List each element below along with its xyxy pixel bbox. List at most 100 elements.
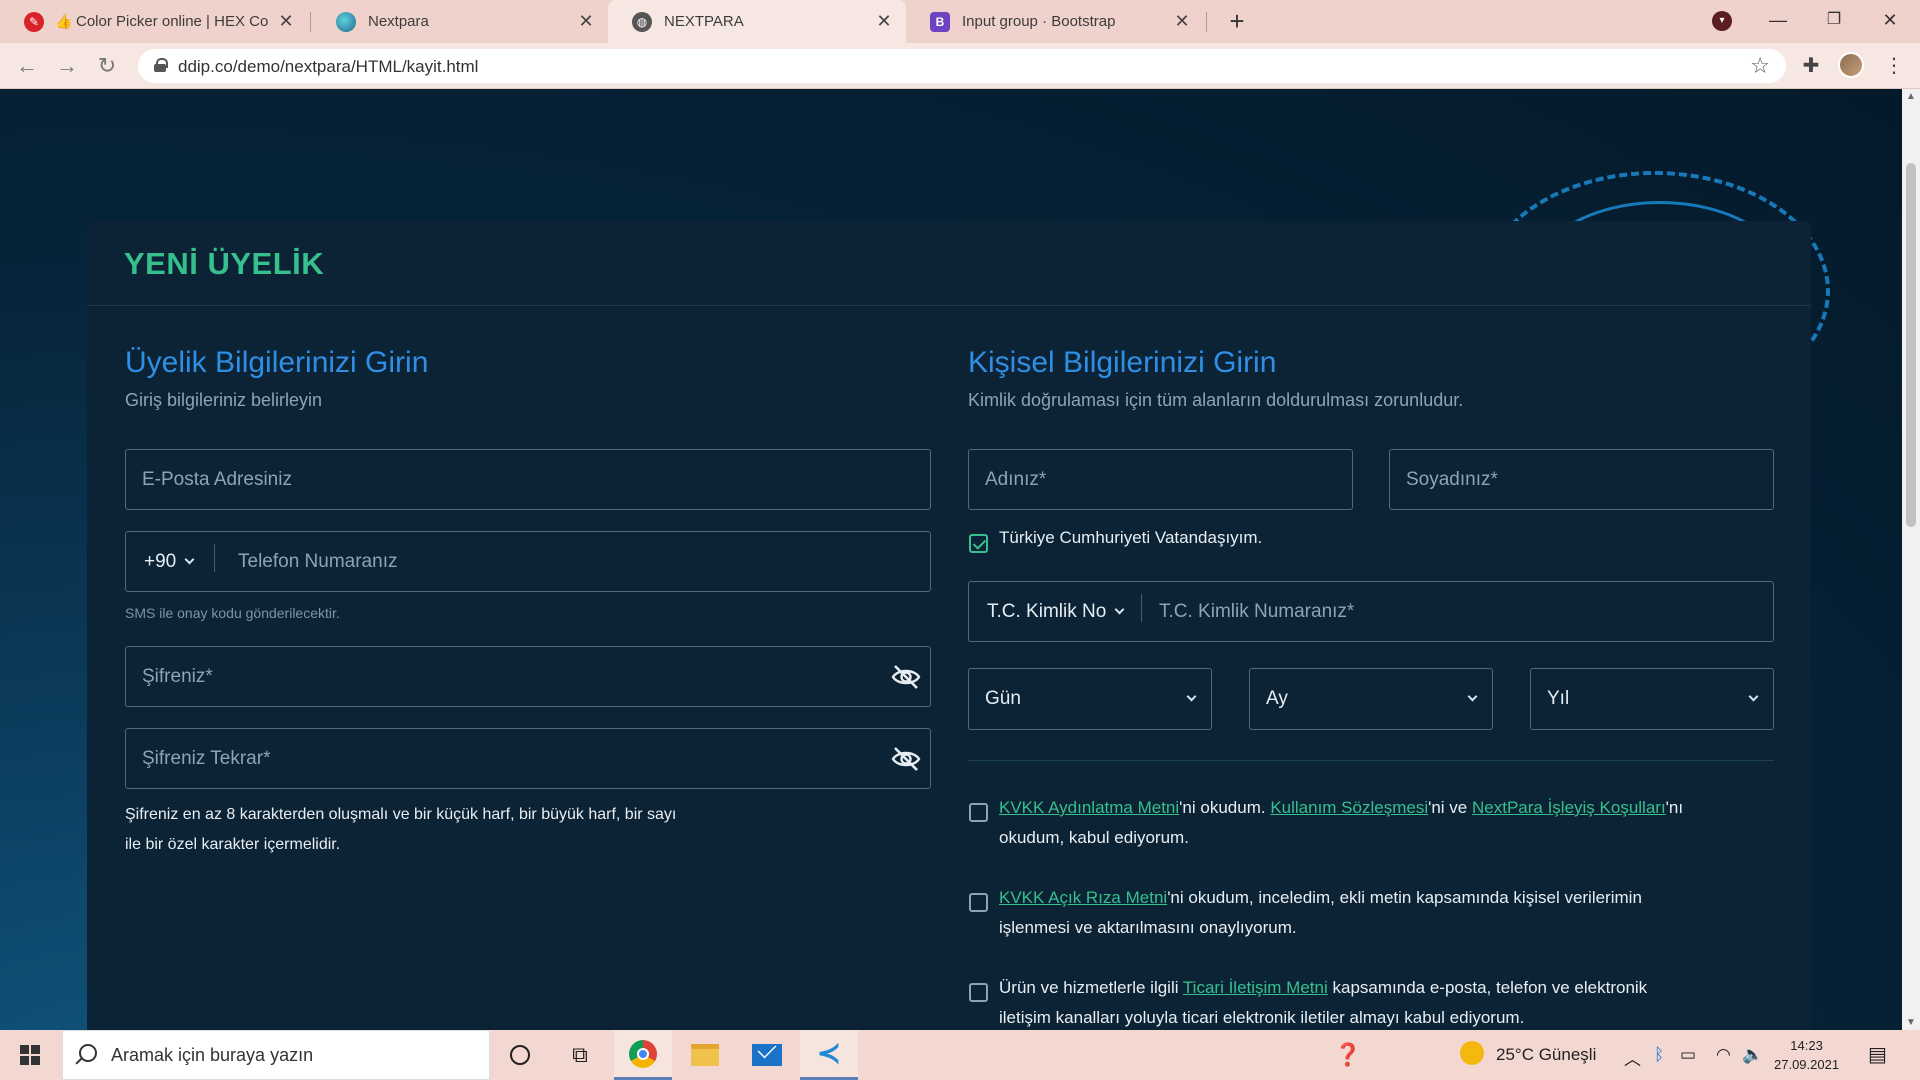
file-explorer-icon[interactable] [676,1030,734,1080]
menu-kebab-icon[interactable]: ⋮ [1880,53,1908,78]
tab-search-icon[interactable]: ▾ [1712,11,1732,31]
close-tab-icon[interactable]: ✕ [576,11,596,32]
id-type-select[interactable]: T.C. Kimlik No [987,601,1125,623]
acik-riza-checkbox[interactable] [969,893,988,912]
weather-text[interactable]: 25°C Güneşli [1496,1045,1596,1065]
scroll-down-icon[interactable]: ▼ [1906,1017,1916,1028]
email-field[interactable]: E-Posta Adresiniz [125,449,931,510]
close-window-icon[interactable]: ✕ [1862,0,1918,43]
new-tab-button[interactable]: + [1222,6,1252,36]
extensions-puzzle-icon[interactable]: ✚ [1797,53,1825,78]
vscode-icon[interactable]: ≺ [800,1030,858,1080]
consent-text: kapsamında e-posta, telefon ve elektroni… [1327,978,1648,997]
consent-text: Ürün ve hizmetlerle ilgili [999,978,1183,997]
minimize-icon[interactable]: — [1750,0,1806,43]
close-tab-icon[interactable]: ✕ [1172,11,1192,32]
mail-icon[interactable] [738,1030,796,1080]
chevron-down-icon [1114,604,1125,614]
tab-color-picker[interactable]: ✎ 👍 Color Picker online | HEX Colo ✕ [0,0,308,43]
password-repeat-placeholder: Şifreniz Tekrar* [142,747,271,769]
tab-separator [310,12,311,32]
phone-field[interactable]: Telefon Numaranız [238,551,397,573]
card-title: YENİ ÜYELİK [124,246,325,281]
card-header: YENİ ÜYELİK [87,221,1811,306]
year-select[interactable]: Yıl [1530,668,1774,730]
clock-time: 14:23 [1790,1038,1823,1053]
input-divider [1141,594,1142,622]
tab-separator [1206,12,1207,32]
browser-tab-bar: ✎ 👍 Color Picker online | HEX Colo ✕ Nex… [0,0,1920,43]
url-text[interactable]: ddip.co/demo/nextpara/HTML/kayit.html [178,57,478,77]
bluetooth-icon[interactable]: ᛒ [1654,1045,1664,1065]
consent-text: 'ni okudum. [1179,798,1271,817]
bootstrap-favicon-icon: B [930,11,950,32]
membership-section-subtitle: Giriş bilgileriniz belirleyin [125,390,323,410]
profile-avatar[interactable] [1838,52,1864,78]
task-view-icon[interactable]: ⧉ [551,1030,609,1080]
tab-nextpara-active[interactable]: ◍ NEXTPARA ✕ [608,0,906,43]
ticari-iletisim-link[interactable]: Ticari İletişim Metni [1183,978,1328,997]
chrome-app-icon[interactable] [614,1030,672,1080]
page-scrollbar[interactable]: ▲ ▼ [1902,89,1920,1030]
phone-input-group: +90 Telefon Numaranız [125,531,931,592]
forward-icon[interactable]: → [52,51,82,81]
battery-icon[interactable]: ▭ [1680,1045,1696,1065]
weather-sun-icon[interactable] [1460,1041,1484,1065]
bookmark-star-icon[interactable]: ☆ [1750,53,1770,79]
close-tab-icon[interactable]: ✕ [874,11,894,32]
system-clock[interactable]: 14:23 27.09.2021 [1774,1036,1839,1074]
notifications-icon[interactable]: ▤ [1868,1042,1887,1067]
clock-date: 27.09.2021 [1774,1057,1840,1072]
consent-text: 'ni okudum, inceledim, ekli metin kapsam… [1167,888,1642,907]
password-placeholder: Şifreniz* [142,665,213,687]
surname-field[interactable]: Soyadınız* [1389,449,1774,510]
help-icon[interactable]: ❓ [1334,1042,1361,1068]
first-name-field[interactable]: Adınız* [968,449,1353,510]
month-select[interactable]: Ay [1249,668,1493,730]
ticari-iletisim-checkbox[interactable] [969,983,988,1002]
colorpicker-favicon-icon: ✎ [24,11,44,32]
kvkk-checkbox[interactable] [969,803,988,822]
scroll-up-icon[interactable]: ▲ [1906,91,1916,102]
volume-icon[interactable]: 🔈 [1742,1045,1763,1065]
page-viewport: YENİ ÜYELİK Üyelik Bilgilerinizi Girin G… [0,89,1902,1030]
tray-chevron-up-icon[interactable]: ︿ [1624,1045,1641,1070]
acik-riza-link[interactable]: KVKK Açık Rıza Metni [999,888,1167,907]
country-code-select[interactable]: +90 [144,551,195,573]
password-field[interactable]: Şifreniz* [125,646,931,707]
browser-toolbar: ← → ↻ ddip.co/demo/nextpara/HTML/kayit.h… [0,43,1920,89]
kvkk-aydinlatma-link[interactable]: KVKK Aydınlatma Metni [999,798,1179,817]
day-select[interactable]: Gün [968,668,1212,730]
password-rules-line: Şifreniz en az 8 karakterden oluşmalı ve… [125,806,677,823]
password-repeat-field[interactable]: Şifreniz Tekrar* [125,728,931,789]
windows-start-icon[interactable] [20,1045,40,1065]
eye-off-icon[interactable] [890,743,922,775]
membership-column: Üyelik Bilgilerinizi Girin Giriş bilgile… [125,346,931,411]
isleyis-kosullari-link[interactable]: NextPara İşleyiş Koşulları [1472,798,1666,817]
taskbar-search-box[interactable]: Aramak için buraya yazın [62,1030,490,1080]
lock-icon[interactable] [154,58,168,72]
address-bar[interactable]: ddip.co/demo/nextpara/HTML/kayit.html ☆ [138,49,1786,83]
restore-icon[interactable]: ❐ [1806,0,1862,43]
windows-taskbar: Aramak için buraya yazın ⧉ ≺ ❓ 25°C Güne… [0,1030,1920,1080]
citizen-checkbox[interactable] [969,534,988,553]
tab-nextpara[interactable]: Nextpara ✕ [312,0,608,43]
reload-icon[interactable]: ↻ [92,51,122,81]
tab-bootstrap[interactable]: B Input group · Bootstrap ✕ [906,0,1204,43]
close-tab-icon[interactable]: ✕ [276,11,296,32]
back-icon[interactable]: ← [12,51,42,81]
tab-title: Color Picker online | HEX Colo [76,13,268,30]
kullanim-sozlesmesi-link[interactable]: Kullanım Sözleşmesi [1270,798,1428,817]
tab-title: Input group · Bootstrap [962,13,1116,30]
cortana-icon[interactable] [491,1030,549,1080]
thumbs-up-icon: 👍 [55,13,73,29]
scrollbar-thumb[interactable] [1906,163,1916,527]
taskbar-search-placeholder: Aramak için buraya yazın [111,1045,314,1065]
surname-placeholder: Soyadınız* [1406,468,1498,490]
globe-favicon-icon [336,11,356,32]
consent-text: işlenmesi ve aktarılmasını onaylıyorum. [999,918,1297,937]
divider [968,760,1774,761]
wifi-icon[interactable]: ◠ [1716,1045,1731,1065]
id-number-field[interactable]: T.C. Kimlik Numaranız* [1159,601,1354,623]
eye-off-icon[interactable] [890,661,922,693]
